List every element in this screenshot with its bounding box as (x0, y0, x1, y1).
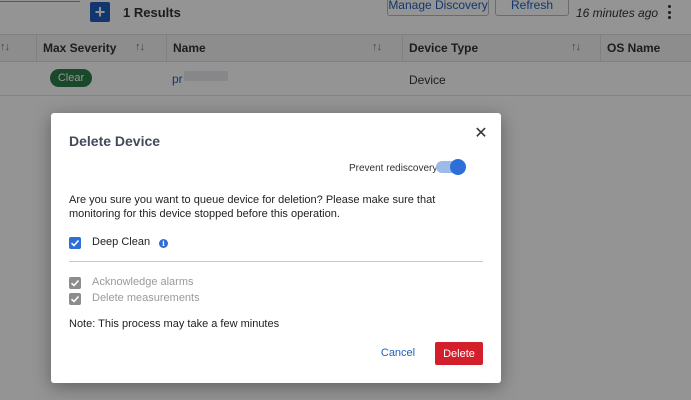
check-icon (70, 239, 80, 247)
cancel-button[interactable]: Cancel (377, 342, 419, 364)
divider (69, 261, 483, 262)
prevent-rediscovery-label: Prevent rediscovery (349, 163, 438, 174)
delete-device-dialog: Delete Device ✕ Prevent rediscovery Are … (51, 113, 501, 383)
delete-measurements-label: Delete measurements (92, 292, 200, 304)
prevent-rediscovery-toggle[interactable] (436, 159, 466, 175)
acknowledge-alarms-label: Acknowledge alarms (92, 276, 194, 288)
process-note: Note: This process may take a few minute… (69, 318, 280, 330)
deep-clean-label: Deep Clean (92, 236, 151, 248)
close-icon[interactable]: ✕ (473, 126, 489, 142)
toggle-knob (450, 159, 466, 175)
check-icon (70, 279, 80, 287)
delete-button[interactable]: Delete (435, 342, 483, 365)
confirmation-message: Are you sure you want to queue device fo… (69, 194, 436, 220)
dialog-title: Delete Device (69, 133, 161, 149)
check-icon (70, 295, 80, 303)
deep-clean-checkbox[interactable] (69, 237, 81, 249)
acknowledge-alarms-checkbox[interactable] (69, 277, 81, 289)
delete-measurements-checkbox[interactable] (69, 293, 81, 305)
info-icon[interactable]: i (159, 239, 168, 248)
